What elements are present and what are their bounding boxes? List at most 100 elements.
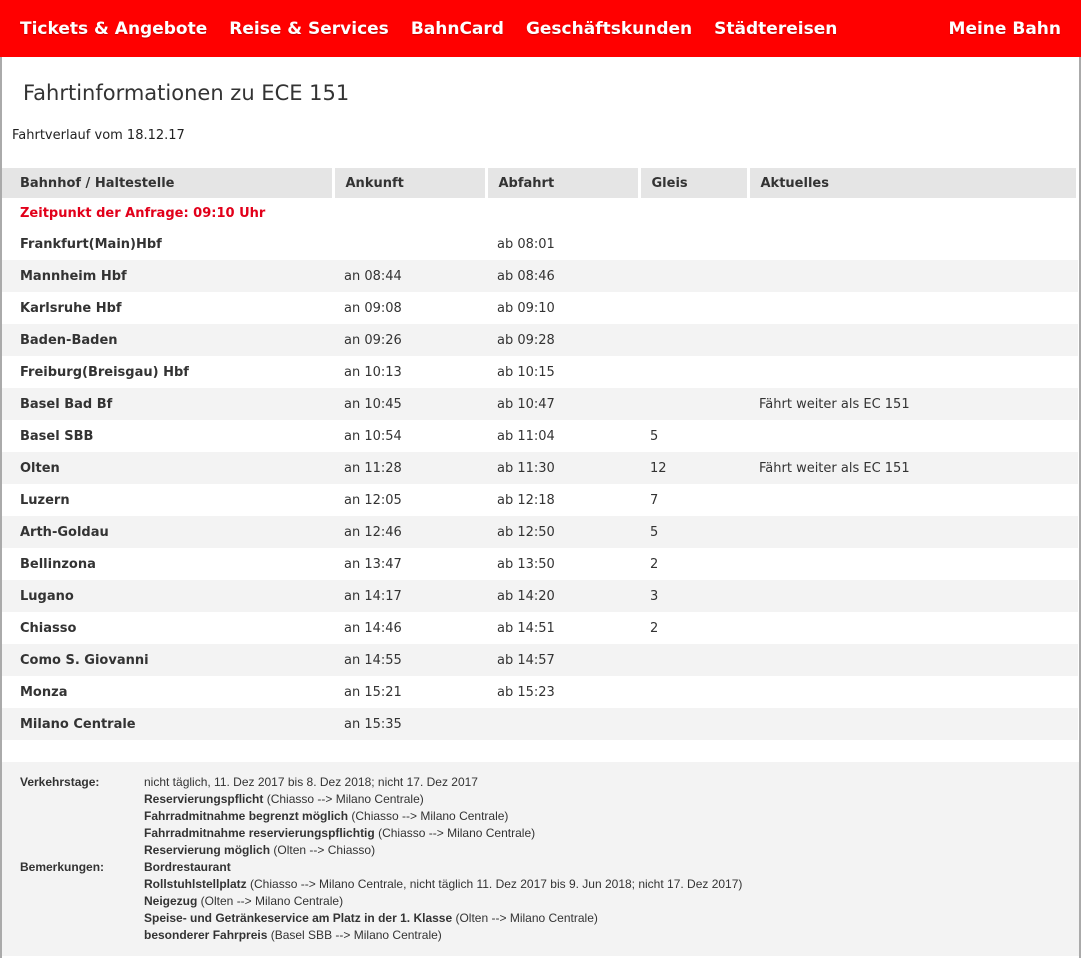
nav-reise-services[interactable]: Reise & Services bbox=[229, 19, 389, 39]
note: besonderer Fahrpreis (Basel SBB --> Mila… bbox=[144, 927, 442, 944]
cell-station: Frankfurt(Main)Hbf bbox=[20, 236, 162, 252]
cell-departure: ab 13:50 bbox=[497, 556, 555, 572]
cell-arrival: an 10:45 bbox=[333, 388, 486, 420]
note-detail: (Olten --> Chiasso) bbox=[270, 843, 376, 857]
cell-current: Fährt weiter als EC 151 bbox=[748, 452, 1078, 484]
cell-platform: 7 bbox=[650, 492, 659, 508]
cell-station: Baden-Baden bbox=[2, 324, 333, 356]
cell-station: Monza bbox=[20, 684, 68, 700]
footer-info: Verkehrstage: nicht täglich, 11. Dez 2017… bbox=[2, 762, 1079, 956]
cell-station: Freiburg(Breisgau) Hbf bbox=[20, 364, 189, 380]
cell-current bbox=[748, 260, 1078, 292]
cell-current bbox=[748, 516, 1078, 548]
cell-current: Fährt weiter als EC 151 bbox=[748, 388, 1078, 420]
table-row: Freiburg(Breisgau) Hbf an 10:13 ab 10:15 bbox=[2, 356, 1078, 388]
cell-arrival: an 13:47 bbox=[344, 556, 402, 572]
cell-departure: ab 14:51 bbox=[497, 620, 555, 636]
nav-meine-bahn[interactable]: Meine Bahn bbox=[949, 19, 1061, 39]
cell-station: Como S. Giovanni bbox=[2, 644, 333, 676]
table-row: Arth-Goldau an 12:46 ab 12:50 5 bbox=[2, 516, 1078, 548]
note-title: Speise- und Getränkeservice am Platz in … bbox=[144, 911, 453, 925]
cell-platform bbox=[639, 356, 748, 388]
cell-arrival: an 08:44 bbox=[333, 260, 486, 292]
cell-platform bbox=[639, 644, 748, 676]
cell-station: Mannheim Hbf bbox=[2, 260, 333, 292]
table-row: Como S. Giovanni an 14:55 ab 14:57 bbox=[2, 644, 1078, 676]
note-detail: (Chiasso --> Milano Centrale) bbox=[263, 792, 424, 806]
cell-departure: ab 08:01 bbox=[497, 236, 555, 252]
cell-station: Lugano bbox=[2, 580, 333, 612]
cell-arrival: an 09:08 bbox=[344, 300, 402, 316]
table-row: Milano Centrale an 15:35 bbox=[2, 708, 1078, 740]
cell-current bbox=[748, 484, 1078, 516]
cell-departure: ab 11:04 bbox=[497, 428, 555, 444]
cell-current bbox=[748, 420, 1078, 452]
cell-current bbox=[748, 324, 1078, 356]
cell-departure: ab 08:46 bbox=[486, 260, 639, 292]
cell-arrival: an 12:05 bbox=[344, 492, 402, 508]
cell-arrival: an 12:46 bbox=[333, 516, 486, 548]
cell-departure: ab 14:57 bbox=[486, 644, 639, 676]
note-title: Neigezug bbox=[144, 894, 198, 908]
cell-current bbox=[748, 612, 1078, 644]
nav-bahncard[interactable]: BahnCard bbox=[411, 19, 504, 39]
cell-station: Bellinzona bbox=[20, 556, 96, 572]
cell-current bbox=[748, 356, 1078, 388]
nav-geschaeftskunden[interactable]: Geschäftskunden bbox=[526, 19, 692, 39]
col-departure: Abfahrt bbox=[486, 168, 641, 198]
bemerkungen-label: Bemerkungen: bbox=[20, 860, 105, 874]
note: Speise- und Getränkeservice am Platz in … bbox=[144, 910, 598, 927]
cell-platform: 5 bbox=[639, 516, 748, 548]
cell-departure: ab 12:50 bbox=[486, 516, 639, 548]
note-title: Bordrestaurant bbox=[144, 860, 231, 874]
verkehrstage-value: nicht täglich, 11. Dez 2017 bis 8. Dez 2… bbox=[144, 775, 478, 789]
table-row: Bellinzona an 13:47 ab 13:50 2 bbox=[2, 548, 1078, 580]
note-detail: (Olten --> Milano Centrale) bbox=[452, 911, 598, 925]
cell-station: Basel SBB bbox=[20, 428, 94, 444]
table-row: Mannheim Hbf an 08:44 ab 08:46 bbox=[2, 260, 1078, 292]
cell-station: Arth-Goldau bbox=[2, 516, 333, 548]
cell-arrival: an 15:35 bbox=[333, 708, 486, 740]
cell-platform bbox=[639, 708, 748, 740]
cell-current bbox=[748, 548, 1078, 580]
route-table: Bahnhof / Haltestelle Ankunft Abfahrt Gl… bbox=[2, 168, 1079, 740]
col-arrival: Ankunft bbox=[333, 168, 488, 198]
cell-departure bbox=[486, 708, 639, 740]
cell-departure: ab 09:10 bbox=[497, 300, 555, 316]
note-detail: (Basel SBB --> Milano Centrale) bbox=[267, 928, 442, 942]
cell-arrival: an 15:21 bbox=[344, 684, 402, 700]
cell-platform bbox=[639, 676, 748, 708]
cell-departure: ab 11:30 bbox=[486, 452, 639, 484]
cell-station: Olten bbox=[2, 452, 333, 484]
cell-departure: ab 09:28 bbox=[486, 324, 639, 356]
cell-platform bbox=[639, 324, 748, 356]
request-time: Zeitpunkt der Anfrage: 09:10 Uhr bbox=[20, 205, 266, 221]
cell-station: Karlsruhe Hbf bbox=[20, 300, 122, 316]
note: Neigezug (Olten --> Milano Centrale) bbox=[144, 893, 343, 910]
col-current: Aktuelles bbox=[748, 168, 1079, 198]
note-detail: (Olten --> Milano Centrale) bbox=[197, 894, 344, 908]
cell-platform: 3 bbox=[639, 580, 748, 612]
col-platform: Gleis bbox=[639, 168, 750, 198]
cell-platform bbox=[639, 228, 748, 260]
table-row: Karlsruhe Hbf an 09:08 ab 09:10 bbox=[2, 292, 1078, 324]
note-title: Reservierungspflicht bbox=[144, 792, 264, 806]
cell-arrival: an 09:26 bbox=[333, 324, 486, 356]
table-row: Chiasso an 14:46 ab 14:51 2 bbox=[2, 612, 1078, 644]
content-area: Fahrtinformationen zu ECE 151 Fahrtverla… bbox=[0, 57, 1081, 958]
cell-platform bbox=[639, 260, 748, 292]
cell-arrival: an 14:17 bbox=[333, 580, 486, 612]
nav-tickets[interactable]: Tickets & Angebote bbox=[20, 19, 207, 39]
cell-platform: 5 bbox=[650, 428, 659, 444]
cell-departure: ab 10:15 bbox=[497, 364, 555, 380]
note: Fahrradmitnahme begrenzt möglich (Chiass… bbox=[144, 808, 508, 825]
cell-arrival: an 11:28 bbox=[333, 452, 486, 484]
verkehrstage-label: Verkehrstage: bbox=[20, 775, 100, 789]
cell-departure: ab 15:23 bbox=[497, 684, 555, 700]
note-title: Rollstuhlstellplatz bbox=[144, 877, 247, 891]
table-row: Basel SBB an 10:54 ab 11:04 5 bbox=[2, 420, 1078, 452]
nav-staedtereisen[interactable]: Städtereisen bbox=[714, 19, 837, 39]
cell-arrival: an 14:46 bbox=[344, 620, 402, 636]
table-row: Frankfurt(Main)Hbf ab 08:01 bbox=[2, 228, 1078, 260]
note-title: Fahrradmitnahme reservierungspflichtig bbox=[144, 826, 375, 840]
